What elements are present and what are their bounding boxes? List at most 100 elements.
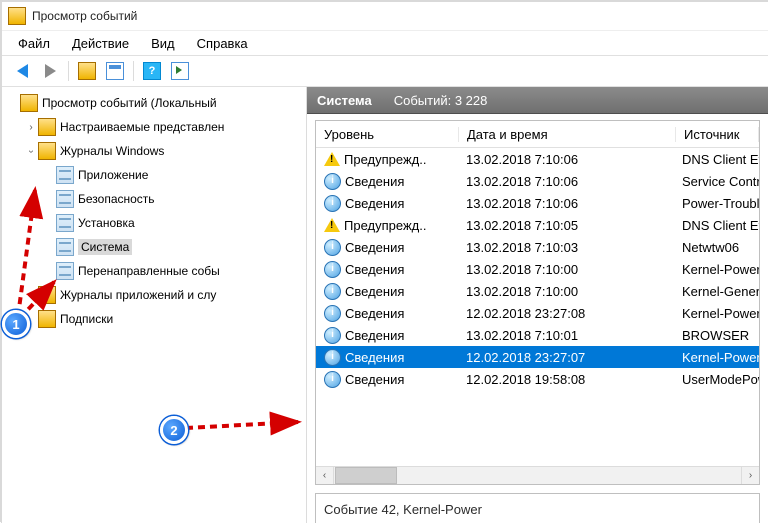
cell-date: 13.02.2018 7:10:05 [458,218,674,233]
arrow-right-icon [45,64,56,78]
tree-label: Настраиваемые представлен [60,120,224,134]
run-button[interactable] [166,58,194,84]
table-row[interactable]: i Сведения 13.02.2018 7:10:00Kernel-Power [316,258,759,280]
twisty-icon[interactable]: › [26,144,37,158]
tree-label: Журналы Windows [60,144,164,158]
back-button[interactable] [8,58,36,84]
log-icon [56,190,74,208]
cell-date: 12.02.2018 23:27:07 [458,350,674,365]
forward-button[interactable] [36,58,64,84]
tree-pane[interactable]: Просмотр событий (Локальный › Настраивае… [2,87,307,523]
info-icon: i [324,261,341,278]
cell-date: 13.02.2018 7:10:03 [458,240,674,255]
cell-level: Сведения [345,174,404,189]
detail-text: Событие 42, Kernel-Power [324,502,482,517]
table-row[interactable]: iСведения12.02.2018 19:58:08UserModePowe… [316,368,759,390]
app-icon [8,7,26,25]
folder-icon [38,286,56,304]
cell-source: Kernel-Power [674,262,759,277]
twisty-icon[interactable]: › [24,122,38,133]
window-title: Просмотр событий [32,9,137,23]
log-icon [56,166,74,184]
cell-level: Сведения [345,240,404,255]
table-row[interactable]: iСведения13.02.2018 7:10:00Kernel-Genera… [316,280,759,302]
col-date[interactable]: Дата и время [459,127,676,142]
menu-view[interactable]: Вид [141,34,185,53]
cell-source: UserModePowerSe [674,372,759,387]
tree-label: Журналы приложений и слу [60,288,216,302]
callout-2: 2 [160,416,188,444]
col-source[interactable]: Источник [676,127,759,142]
grid-body[interactable]: Предупрежд..13.02.2018 7:10:06DNS Client… [316,148,759,466]
tree-root[interactable]: Просмотр событий (Локальный [6,91,306,115]
info-icon: i [324,371,341,388]
table-row[interactable]: iСведения13.02.2018 7:10:06Service Contr… [316,170,759,192]
scroll-right-button[interactable]: › [741,467,759,484]
cell-level: Сведения [345,196,404,211]
cell-level: Сведения [345,350,404,365]
cell-level: Сведения [345,306,404,321]
event-count: Событий: 3 228 [394,93,488,108]
toolbar-separator [133,61,134,81]
cell-date: 13.02.2018 7:10:06 [458,174,674,189]
twisty-icon[interactable]: › [24,290,38,301]
tree-setup[interactable]: Установка [6,211,306,235]
table-row[interactable]: iСведения13.02.2018 7:10:03Netwtw06 [316,236,759,258]
tree-label: Подписки [60,312,113,326]
info-icon: i [324,195,341,212]
tree-application[interactable]: Приложение [6,163,306,187]
event-grid[interactable]: Уровень Дата и время Источник Предупрежд… [315,120,760,485]
tree-app-services[interactable]: › Журналы приложений и слу [6,283,306,307]
title-bar: Просмотр событий [2,2,768,31]
info-icon: i [324,173,341,190]
cell-source: Kernel-Power [674,350,759,365]
menu-file[interactable]: Файл [8,34,60,53]
log-icon [56,238,74,256]
table-row[interactable]: iСведения12.02.2018 23:27:07Kernel-Power [316,346,759,368]
scroll-thumb[interactable] [335,467,397,484]
cell-date: 12.02.2018 23:27:08 [458,306,674,321]
table-row[interactable]: iСведения12.02.2018 23:27:08Kernel-Power [316,302,759,324]
cell-source: DNS Client Events [674,152,759,167]
tree-label: Приложение [78,168,148,182]
callout-1: 1 [2,310,30,338]
tree-security[interactable]: Безопасность [6,187,306,211]
table-row[interactable]: iСведения13.02.2018 7:10:01BROWSER [316,324,759,346]
tree-system[interactable]: Система [6,235,306,259]
cell-source: Kernel-Power [674,306,759,321]
horizontal-scrollbar[interactable]: ‹ › [316,466,759,484]
tree-windows-logs[interactable]: › Журналы Windows [6,139,306,163]
menu-action[interactable]: Действие [62,34,139,53]
tree-forwarded[interactable]: Перенаправленные собы [6,259,306,283]
log-icon [56,214,74,232]
right-title: Система [317,93,372,108]
tree-label: Безопасность [78,192,155,206]
cell-date: 13.02.2018 7:10:00 [458,262,674,277]
help-button[interactable]: ? [138,58,166,84]
cell-level: Сведения [345,284,404,299]
warning-icon [324,152,340,166]
up-button[interactable] [73,58,101,84]
scroll-left-button[interactable]: ‹ [316,467,334,484]
menu-help[interactable]: Справка [187,34,258,53]
tree-root-label: Просмотр событий (Локальный [42,96,217,110]
grid-header[interactable]: Уровень Дата и время Источник [316,121,759,148]
event-detail-header[interactable]: Событие 42, Kernel-Power [315,493,760,523]
properties-icon [106,62,124,80]
right-pane: Система Событий: 3 228 Уровень Дата и вр… [307,87,768,523]
help-icon: ? [143,62,161,80]
folder-icon [38,142,56,160]
toolbar-separator [68,61,69,81]
cell-date: 13.02.2018 7:10:01 [458,328,674,343]
info-icon: i [324,239,341,256]
tree-custom-views[interactable]: › Настраиваемые представлен [6,115,306,139]
cell-level: Сведения [345,262,404,277]
cell-date: 13.02.2018 7:10:00 [458,284,674,299]
table-row[interactable]: Предупрежд..13.02.2018 7:10:05DNS Client… [316,214,759,236]
table-row[interactable]: iСведения13.02.2018 7:10:06Power-Trouble… [316,192,759,214]
properties-button[interactable] [101,58,129,84]
tree-subscriptions[interactable]: Подписки [6,307,306,331]
info-icon: i [324,327,341,344]
col-level[interactable]: Уровень [316,127,459,142]
table-row[interactable]: Предупрежд..13.02.2018 7:10:06DNS Client… [316,148,759,170]
